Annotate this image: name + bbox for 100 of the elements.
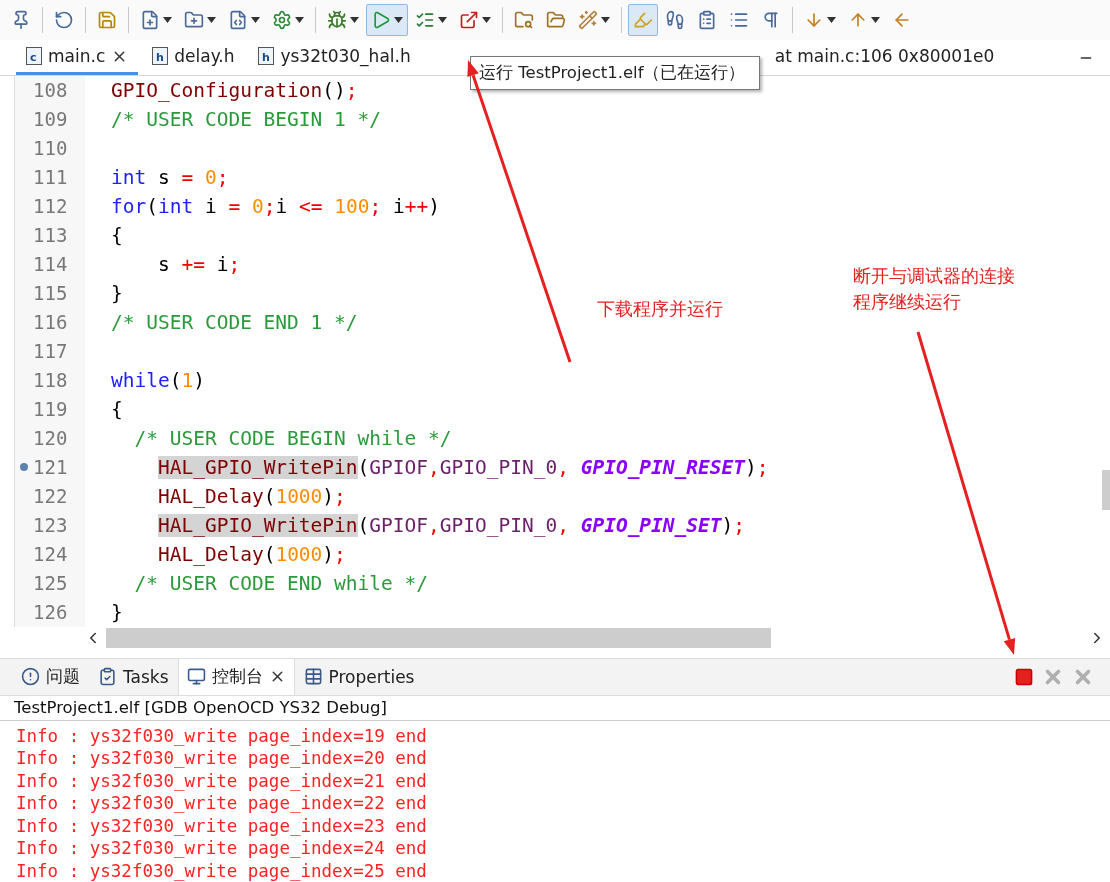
panel-tab[interactable]: Properties (294, 658, 424, 695)
console-line: Info : ys32f030_write page_index=23 end (16, 814, 428, 837)
code-line: while(1) (111, 368, 205, 395)
code-file-icon (228, 10, 248, 31)
editor-tab[interactable]: h ys32t030_hal.h (248, 40, 421, 76)
play-icon (371, 10, 391, 31)
line-number: 120 (32, 426, 69, 452)
line-number: 110 (32, 136, 69, 162)
console-line: Info : ys32f030_write page_index=22 end (16, 792, 428, 815)
line-number: 121 (15, 453, 85, 483)
line-number: 117 (32, 339, 69, 365)
caret-icon (482, 17, 491, 24)
annotation-text: 程序继续运行 (853, 290, 962, 314)
console-line: Info : ys32f030_write page_index=20 end (16, 747, 428, 770)
tab-label: 问题 (46, 665, 80, 688)
save-icon (97, 10, 117, 31)
line-number: 126 (32, 600, 69, 626)
file-icon: h (258, 47, 275, 66)
panel-tab[interactable]: 问题 (12, 658, 89, 695)
line-number: 123 (32, 513, 69, 539)
line-number: 125 (32, 571, 69, 597)
line-number: 116 (32, 310, 69, 336)
panel-tab[interactable]: 控制台 (177, 658, 295, 695)
problems-icon (21, 667, 40, 686)
line-number: 119 (32, 397, 69, 423)
scrollbar-thumb[interactable] (1102, 470, 1110, 510)
tab-label: main.c (48, 46, 106, 67)
bug-icon (327, 10, 347, 31)
code-line: for(int i = 0;i <= 100; i++) (111, 194, 440, 221)
code-line: HAL_GPIO_WritePin(GPIOF,GPIO_PIN_0, GPIO_PIN_SET); (156, 513, 746, 540)
pin-icon (11, 10, 31, 31)
scrollbar-thumb[interactable] (106, 628, 772, 649)
tooltip: 运行 TestProject1.elf（已在运行） (470, 56, 761, 90)
annotation-text: 下载程序并运行 (597, 297, 723, 321)
footprints-icon (665, 10, 685, 31)
tab-label: 控制台 (211, 665, 263, 688)
caret-icon (827, 17, 836, 24)
console-line: Info : ys32f030_write page_index=21 end (16, 769, 428, 792)
code-line: /* USER CODE BEGIN while */ (133, 426, 452, 453)
code-line: HAL_GPIO_WritePin(GPIOF,GPIO_PIN_0, GPIO_PIN_RESET); (156, 455, 769, 482)
line-number: 109 (32, 107, 69, 133)
annotation-text: 断开与调试器的连接 (853, 264, 1015, 288)
code-line: /* USER CODE END while */ (133, 571, 428, 598)
caret-icon (295, 17, 304, 24)
code-line: } (111, 281, 123, 308)
toolbar-button[interactable] (366, 4, 408, 37)
editor-tab[interactable]: at main.c:106 0x80001e0 (764, 40, 1005, 76)
folder-search-icon (514, 10, 534, 31)
new-folder-icon (184, 10, 204, 31)
code-line: /* USER CODE BEGIN 1 */ (111, 107, 382, 134)
line-number: 115 (32, 281, 69, 307)
caret-icon (207, 17, 216, 24)
editor-tab[interactable]: h delay.h (142, 40, 245, 76)
console-line: Info : ys32f030_write page_index=19 end (16, 724, 428, 747)
rotate-icon (54, 10, 74, 31)
console-title: TestProject1.elf [GDB OpenOCD YS32 Debug] (0, 695, 1110, 721)
line-number: 124 (32, 542, 69, 568)
table-icon (303, 667, 323, 686)
gear-icon (272, 10, 292, 31)
code-line: GPIO_Configuration(); (111, 78, 358, 105)
line-number: 112 (32, 194, 69, 220)
tab-label: at main.c:106 0x80001e0 (774, 46, 995, 67)
console-line: Info : ys32f030_write page_index=25 end (16, 859, 428, 882)
code-line: HAL_Delay(1000); (156, 542, 346, 569)
caret-icon (251, 17, 260, 24)
tab-label: Properties (328, 666, 415, 687)
line-number: 122 (32, 484, 69, 510)
file-icon: c (26, 47, 42, 66)
code-line: /* USER CODE END 1 */ (111, 310, 358, 337)
caret-icon (871, 17, 880, 24)
console-line: Info : ys32f030_write page_index=24 end (16, 837, 428, 860)
file-icon: h (152, 47, 169, 66)
highlighter-icon (633, 10, 653, 31)
line-number: 111 (32, 165, 69, 191)
panel-tab[interactable]: Tasks (89, 658, 178, 695)
tab-label: ys32t030_hal.h (280, 46, 411, 67)
external-link-icon (459, 10, 479, 31)
code-line: } (111, 600, 123, 627)
caret-icon (601, 17, 610, 24)
tab-label: delay.h (174, 46, 235, 67)
wand-icon (578, 10, 598, 31)
clipboard-icon (697, 10, 717, 31)
monitor-icon (186, 667, 206, 686)
code-line: { (111, 223, 123, 250)
line-number: 114 (32, 252, 69, 278)
caret-icon (163, 17, 172, 24)
caret-icon (350, 17, 359, 24)
line-number: 113 (32, 223, 69, 249)
stop-icon (1014, 666, 1034, 687)
new-file-icon (140, 10, 160, 31)
tasks-icon (98, 667, 117, 686)
tab-label: Tasks (123, 666, 169, 687)
code-line: { (111, 397, 123, 424)
code-line: int s = 0; (111, 165, 229, 192)
line-number: 118 (32, 368, 69, 394)
caret-icon (438, 17, 447, 24)
line-number: 108 (32, 78, 69, 104)
code-line: HAL_Delay(1000); (156, 484, 346, 511)
caret-icon (394, 17, 403, 24)
breakpoint-marker (20, 463, 28, 472)
